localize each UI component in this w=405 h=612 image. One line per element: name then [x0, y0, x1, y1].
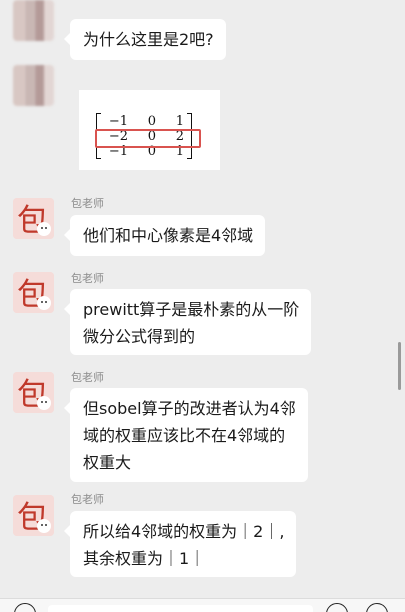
row-highlight-box — [95, 129, 201, 148]
sender-name: 包老师 — [71, 272, 104, 285]
teacher-avatar[interactable]: 包 — [13, 495, 54, 536]
image-message-matrix[interactable]: −1 0 1 −2 0 2 −1 0 1 — [79, 90, 220, 170]
teacher-avatar[interactable]: 包 — [13, 372, 54, 413]
message-bubble[interactable]: 他们和中心像素是4邻域 — [63, 215, 266, 256]
bao-avatar-icon: 包 — [13, 372, 54, 413]
message-text: 域的权重应该比不在4邻域的 — [83, 426, 286, 445]
user-avatar-blurred[interactable] — [13, 65, 54, 106]
bao-avatar-icon: 包 — [13, 272, 54, 313]
plus-icon[interactable] — [366, 603, 388, 612]
emoji-icon[interactable] — [326, 603, 348, 612]
message-text: 微分公式得到的 — [83, 327, 196, 346]
message-text: 为什么这里是2吧? — [83, 30, 214, 49]
sender-name: 包老师 — [71, 493, 104, 506]
matrix-row: −1 0 1 — [102, 114, 186, 129]
message-bubble[interactable]: 为什么这里是2吧? — [64, 19, 226, 60]
message-text: 其余权重为｜1｜ — [83, 549, 206, 568]
message-input[interactable] — [48, 605, 313, 612]
bao-avatar-icon: 包 — [13, 495, 54, 536]
sender-name: 包老师 — [71, 197, 104, 210]
message-text: 所以给4邻域的权重为｜2｜, — [83, 522, 285, 541]
message-bubble[interactable]: prewitt算子是最朴素的从一阶 微分公式得到的 — [63, 289, 312, 355]
sender-name: 包老师 — [71, 371, 104, 384]
teacher-avatar[interactable]: 包 — [13, 272, 54, 313]
bao-avatar-icon: 包 — [13, 198, 54, 239]
matrix-cell: −1 — [108, 114, 128, 129]
message-text: 他们和中心像素是4邻域 — [83, 226, 254, 245]
message-bubble[interactable]: 但sobel算子的改进者认为4邻 域的权重应该比不在4邻域的 权重大 — [64, 388, 308, 482]
message-text: 但sobel算子的改进者认为4邻 — [83, 399, 296, 418]
input-toolbar — [0, 598, 405, 612]
message-text: 权重大 — [83, 453, 132, 472]
matrix-cell: 0 — [147, 114, 156, 129]
teacher-avatar[interactable]: 包 — [13, 198, 54, 239]
user-avatar-blurred[interactable] — [13, 0, 54, 41]
scrollbar-thumb[interactable] — [398, 342, 401, 390]
message-text: prewitt算子是最朴素的从一阶 — [83, 300, 300, 319]
voice-icon[interactable] — [14, 603, 36, 612]
message-bubble[interactable]: 所以给4邻域的权重为｜2｜, 其余权重为｜1｜ — [63, 511, 297, 577]
chat-area[interactable]: 为什么这里是2吧? −1 0 1 −2 0 2 −1 0 1 包 包老师 他们和… — [0, 0, 405, 598]
matrix-cell: 1 — [175, 114, 184, 129]
